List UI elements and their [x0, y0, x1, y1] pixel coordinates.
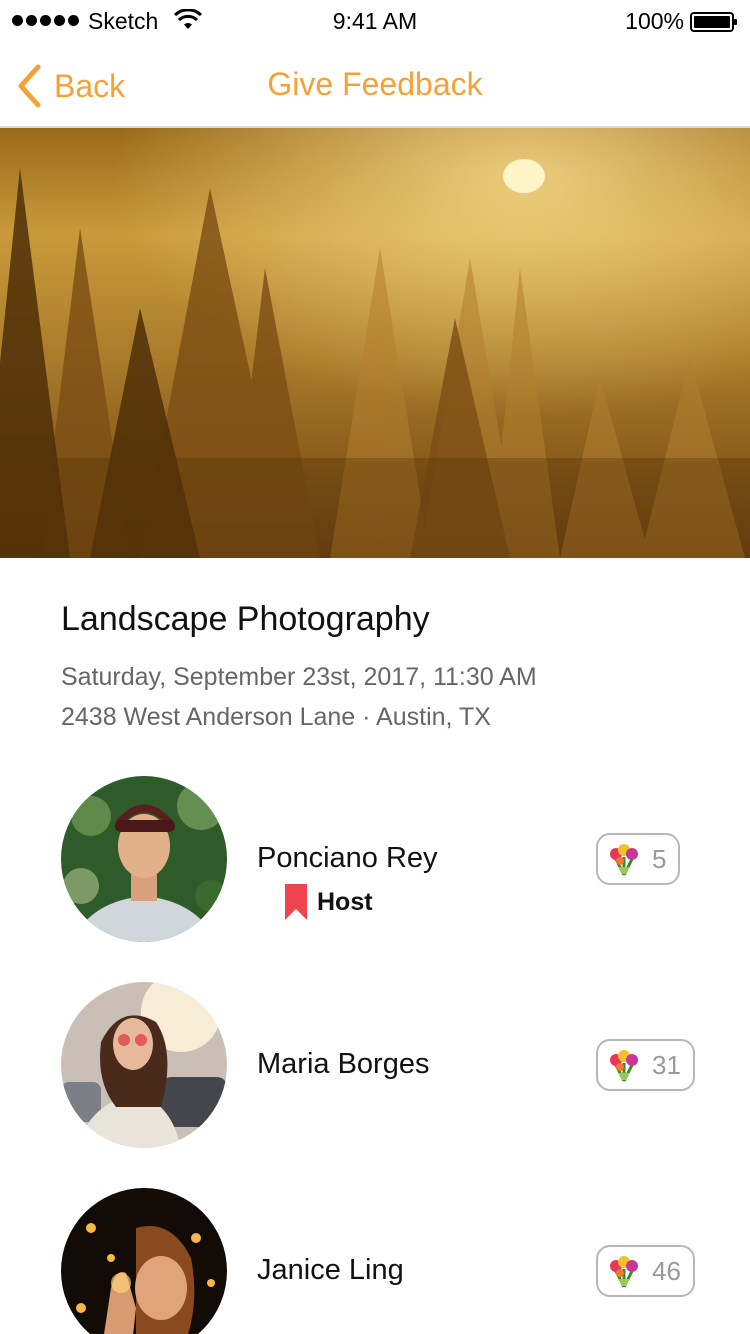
event-address: 2438 West Anderson Lane · Austin, TX — [61, 703, 491, 731]
attendee-name: Maria Borges — [257, 1048, 430, 1080]
event-title: Landscape Photography — [61, 600, 430, 638]
flowers-count: 5 — [652, 843, 667, 874]
flowers-button[interactable]: 5 — [596, 833, 681, 885]
battery-icon — [690, 12, 737, 32]
flowers-button[interactable]: 46 — [596, 1245, 695, 1297]
bookmark-ribbon-icon — [285, 884, 307, 920]
attendee-row[interactable]: Ponciano Rey Host 5 — [0, 776, 750, 946]
bouquet-icon — [610, 844, 638, 876]
navigation-bar: Back Give Feedback — [0, 44, 750, 128]
attendee-name: Janice Ling — [257, 1254, 404, 1286]
bouquet-icon — [610, 1256, 638, 1288]
host-badge: Host — [285, 884, 373, 920]
bouquet-icon — [610, 1050, 638, 1082]
event-datetime: Saturday, September 23st, 2017, 11:30 AM — [61, 663, 537, 691]
attendee-name: Ponciano Rey — [257, 842, 438, 874]
host-label: Host — [317, 887, 373, 916]
flowers-button[interactable]: 31 — [596, 1039, 695, 1091]
battery-percentage: 100% — [625, 8, 684, 34]
event-cover-photo — [0, 128, 750, 558]
status-bar: Sketch 9:41 AM 100% — [0, 0, 750, 44]
attendee-row[interactable]: Maria Borges 31 — [0, 982, 750, 1152]
flowers-count: 46 — [652, 1255, 681, 1286]
flowers-count: 31 — [652, 1049, 681, 1080]
avatar[interactable] — [61, 1188, 227, 1334]
avatar[interactable] — [61, 776, 227, 942]
attendee-row[interactable]: Janice Ling 46 — [0, 1188, 750, 1334]
avatar[interactable] — [61, 982, 227, 1148]
page-title: Give Feedback — [267, 66, 483, 102]
